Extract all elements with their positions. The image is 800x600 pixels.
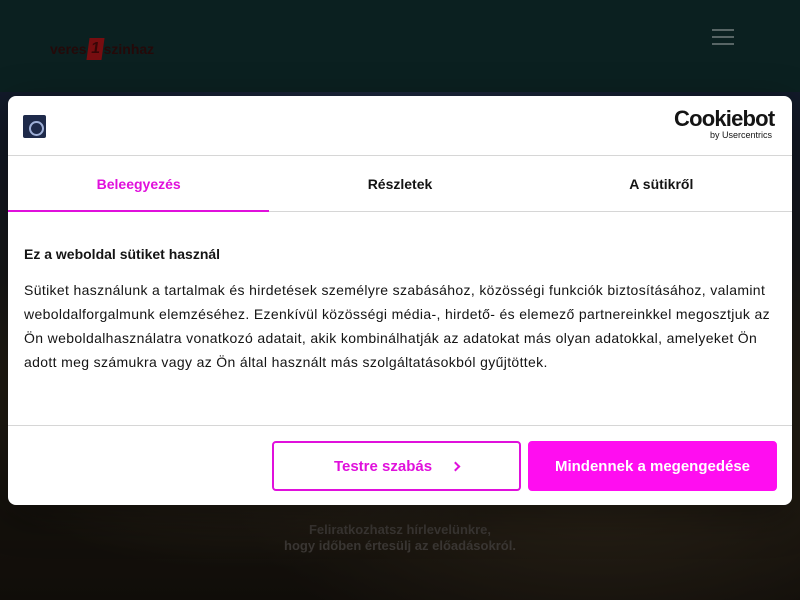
dialog-tabs: Beleegyezés Részletek A sütikről — [8, 156, 792, 212]
customize-button[interactable]: Testre szabás — [272, 441, 521, 491]
cookiebot-logo[interactable]: Cookiebot by Usercentrics — [674, 108, 778, 142]
tab-consent-label: Beleegyezés — [96, 175, 181, 192]
tab-consent[interactable]: Beleegyezés — [8, 156, 270, 212]
dialog-header: Cookiebot by Usercentrics — [8, 96, 792, 156]
dialog-heading: Ez a weboldal sütiket használ — [24, 246, 221, 262]
chevron-right-icon — [450, 461, 461, 471]
tab-about-cookies-label: A sütikről — [629, 175, 694, 192]
cookie-consent-dialog: Cookiebot by Usercentrics Beleegyezés Ré… — [8, 96, 792, 505]
dialog-footer: Testre szabás Mindennek a megengedése — [8, 425, 792, 505]
customize-button-label: Testre szabás — [333, 457, 433, 475]
site-logo-icon — [23, 115, 46, 138]
cookiebot-byline: by Usercentrics — [710, 130, 773, 140]
allow-all-button[interactable]: Mindennek a megengedése — [528, 441, 777, 491]
tab-details-label: Részletek — [367, 175, 433, 192]
dialog-body-text: Sütiket használunk a tartalmak és hirdet… — [24, 282, 770, 370]
dialog-content: Ez a weboldal sütiket használ Sütiket ha… — [24, 244, 780, 374]
cookiebot-wordmark: Cookiebot — [674, 106, 775, 131]
tab-details[interactable]: Részletek — [269, 156, 530, 211]
allow-all-button-label: Mindennek a megengedése — [554, 457, 751, 475]
tab-about-cookies[interactable]: A sütikről — [531, 156, 792, 211]
